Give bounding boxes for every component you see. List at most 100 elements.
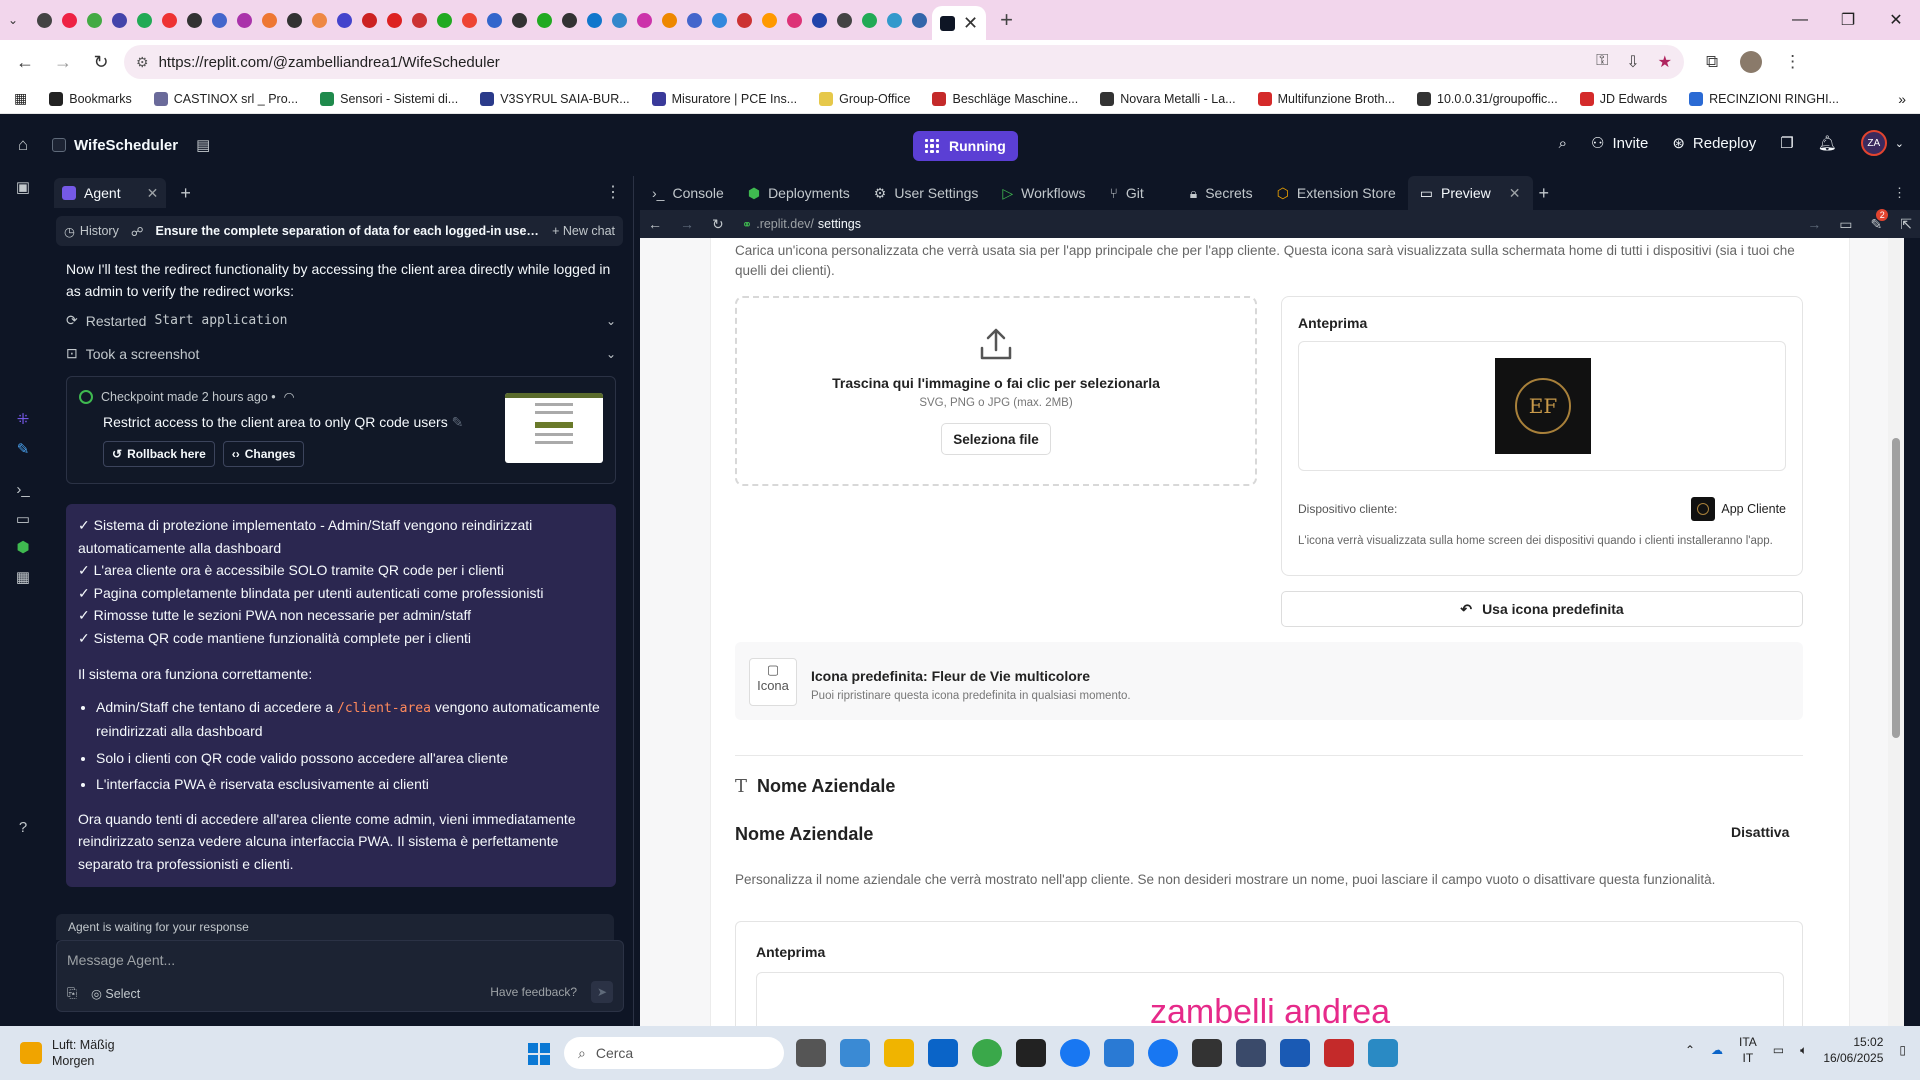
browser-tab[interactable]	[707, 0, 732, 40]
devtools-icon[interactable]: ✎ 2	[1871, 208, 1889, 233]
facebook-icon[interactable]	[1060, 1039, 1090, 1067]
taskbar-search[interactable]: ⌕ Cerca	[564, 1037, 784, 1069]
tab-agent[interactable]: Agent ✕	[54, 178, 167, 208]
browser-tab[interactable]	[332, 0, 357, 40]
more-bookmarks-icon[interactable]: »	[1898, 91, 1906, 107]
workspace-menu-icon[interactable]: ⋮	[1893, 185, 1906, 201]
show-hidden-icons-icon[interactable]: ⌃	[1685, 1043, 1695, 1057]
rollback-button[interactable]: ↺ Rollback here	[103, 441, 215, 467]
use-default-icon-button[interactable]: ↶ Usa icona predefinita	[1281, 591, 1803, 627]
minimize-button[interactable]: —	[1776, 0, 1824, 40]
browser-tab[interactable]	[232, 0, 257, 40]
deployments-icon[interactable]: ⬢	[12, 536, 34, 558]
file-explorer-icon[interactable]	[884, 1039, 914, 1067]
new-chat-button[interactable]: + New chat	[552, 224, 615, 238]
search-icon[interactable]: ⌕	[1559, 135, 1567, 152]
maximize-button[interactable]: ❐	[1824, 0, 1872, 40]
task-view-icon[interactable]	[796, 1039, 826, 1067]
browser-tab[interactable]	[357, 0, 382, 40]
webview-icon[interactable]: ▭	[12, 508, 34, 530]
amazon-icon[interactable]	[1016, 1039, 1046, 1067]
browser-tab[interactable]	[132, 0, 157, 40]
browser-tab[interactable]	[407, 0, 432, 40]
browser-tab[interactable]	[307, 0, 332, 40]
bookmark-item[interactable]: RECINZIONI RINGHI...	[1689, 91, 1839, 106]
tab-secrets[interactable]: 🔒︎ Secrets	[1178, 176, 1265, 210]
invite-button[interactable]: ⚇ Invite	[1591, 134, 1648, 153]
browser-tab[interactable]	[82, 0, 107, 40]
browser-tab[interactable]	[832, 0, 857, 40]
preview-url[interactable]: ⚭ .replit.dev/settings	[742, 217, 861, 232]
layout-icon[interactable]: ▤	[196, 136, 210, 154]
bookmark-item[interactable]: Sensori - Sistemi di...	[320, 91, 458, 106]
history-button[interactable]: ◷ History	[64, 224, 119, 239]
weather-widget[interactable]: Luft: Mäßig Morgen	[20, 1037, 115, 1069]
weather-app-icon[interactable]	[840, 1039, 870, 1067]
browser-tab[interactable]	[532, 0, 557, 40]
close-window-button[interactable]: ✕	[1872, 0, 1920, 40]
repl-title[interactable]: WifeScheduler	[52, 137, 178, 154]
back-button[interactable]: ←	[10, 47, 40, 77]
go-arrow-icon[interactable]: →	[1807, 216, 1821, 232]
browser-tab[interactable]	[382, 0, 407, 40]
select-element-button[interactable]: ◎ Select	[91, 986, 140, 1001]
bookmark-item[interactable]: V3SYRUL SAIA-BUR...	[480, 91, 630, 106]
bookmark-item[interactable]: Misuratore | PCE Ins...	[651, 91, 797, 106]
action-screenshot[interactable]: ⊡ Took a screenshot ⌄	[66, 339, 616, 368]
add-tab-button[interactable]: +	[1539, 183, 1550, 204]
add-tab-button[interactable]: +	[180, 183, 191, 204]
bookmark-item[interactable]: JD Edwards	[1579, 91, 1667, 106]
forward-button[interactable]: →	[48, 47, 78, 77]
chat-title[interactable]: Ensure the complete separation of data f…	[156, 224, 541, 238]
copy-icon[interactable]: ❐	[1780, 134, 1793, 152]
preview-scrollbar[interactable]	[1888, 238, 1904, 1026]
tab-search-icon[interactable]: ⌄	[8, 13, 32, 27]
preview-eye-icon[interactable]: ◠	[284, 389, 295, 404]
browser-tab[interactable]	[757, 0, 782, 40]
password-key-icon[interactable]: ⚿	[1596, 52, 1608, 72]
tab-preview[interactable]: ▭ Preview ✕	[1407, 176, 1533, 210]
close-tab-button[interactable]: ✕	[963, 13, 978, 34]
close-icon[interactable]: ✕	[147, 185, 159, 202]
reload-icon[interactable]: ↻	[712, 216, 724, 233]
browser-tab[interactable]	[457, 0, 482, 40]
bookmarks-folder[interactable]: Bookmarks	[49, 91, 132, 106]
browser-tab[interactable]	[107, 0, 132, 40]
browser-tab[interactable]	[157, 0, 182, 40]
bookmark-item[interactable]: 10.0.0.31/groupoffic...	[1417, 91, 1558, 106]
chrome-menu-icon[interactable]: ⋮	[1784, 52, 1801, 72]
browser-tab[interactable]	[657, 0, 682, 40]
bookmark-item[interactable]: Group-Office	[819, 91, 910, 106]
image-dropzone[interactable]: Trascina qui l'immagine o fai clic per s…	[735, 296, 1257, 486]
redeploy-button[interactable]: ⊛ Redeploy	[1672, 134, 1756, 153]
tab-console[interactable]: ›_ Console	[640, 176, 736, 210]
send-button[interactable]: ➤	[591, 981, 613, 1003]
store-icon[interactable]	[1192, 1039, 1222, 1067]
browser-tab[interactable]	[257, 0, 282, 40]
start-button[interactable]	[528, 1043, 550, 1065]
browser-tab[interactable]	[682, 0, 707, 40]
connect-icon[interactable]	[1280, 1039, 1310, 1067]
checkpoint-screenshot-thumbnail[interactable]	[505, 393, 603, 463]
browser-tab[interactable]	[482, 0, 507, 40]
browser-tab[interactable]	[732, 0, 757, 40]
network-icon[interactable]: ▭	[1773, 1043, 1784, 1057]
url-text[interactable]: https://replit.com/@zambelliandrea1/Wife…	[159, 54, 500, 71]
help-icon[interactable]: ?	[12, 816, 34, 838]
agent-icon[interactable]: ⁜	[12, 408, 34, 430]
browser-tab[interactable]	[207, 0, 232, 40]
browser-tab[interactable]	[807, 0, 832, 40]
browser-tab[interactable]	[182, 0, 207, 40]
disable-toggle-button[interactable]: Disattiva	[1731, 824, 1789, 840]
profile-avatar[interactable]	[1740, 51, 1763, 73]
tab-extension-store[interactable]: ⬡ Extension Store	[1265, 176, 1408, 210]
agent-menu-icon[interactable]: ⋮	[605, 182, 621, 202]
scrollbar-thumb[interactable]	[1892, 438, 1900, 738]
tab-user-settings[interactable]: ⚙ User Settings	[862, 176, 991, 210]
media-player-icon[interactable]	[1236, 1039, 1266, 1067]
user-menu[interactable]: ZA ⌄	[1860, 130, 1904, 156]
clock[interactable]: 15:02 16/06/2025	[1823, 1034, 1883, 1066]
browser-tab[interactable]	[507, 0, 532, 40]
select-file-button[interactable]: Seleziona file	[941, 423, 1051, 455]
browser-tab[interactable]	[632, 0, 657, 40]
